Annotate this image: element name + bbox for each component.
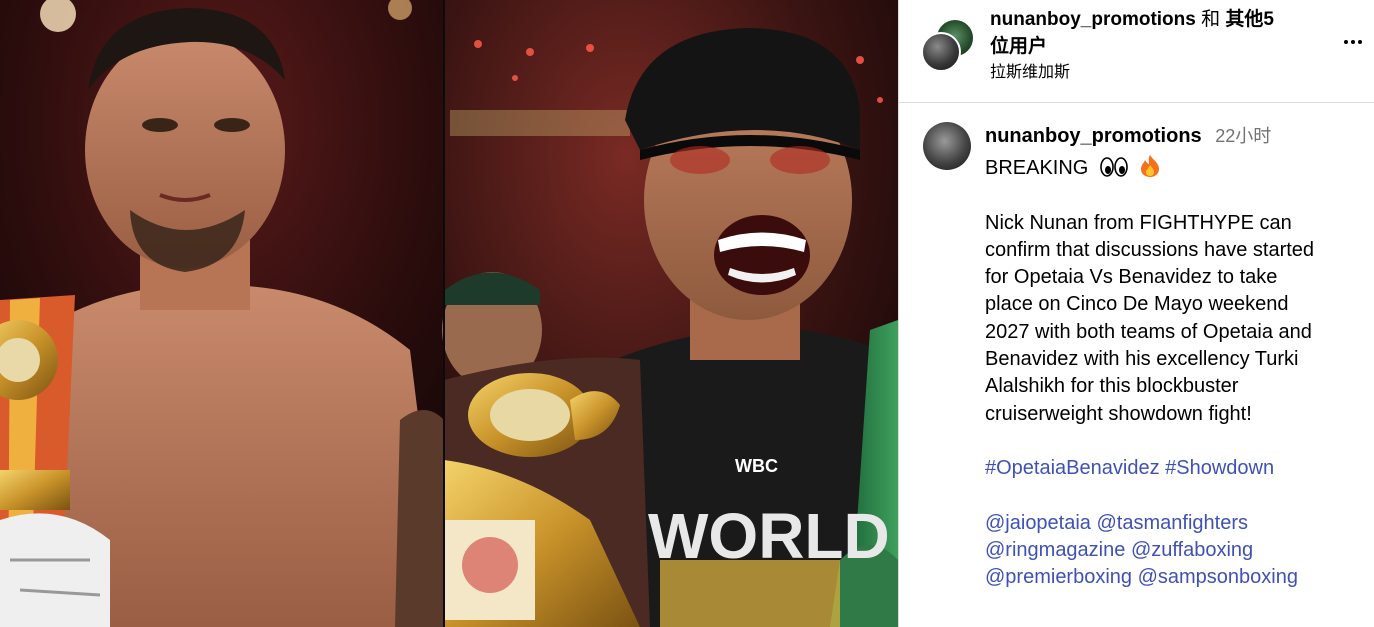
owner-username[interactable]: nunanboy_promotions: [990, 9, 1196, 30]
others-link[interactable]: 其他5: [1225, 9, 1274, 30]
eyes-emoji-icon: [1100, 157, 1128, 177]
more-horizontal-icon: [1351, 40, 1355, 44]
caption-body: nunanboy_promotions 22小时 BREAKING Nick N…: [985, 118, 1365, 592]
more-options-button[interactable]: [1339, 30, 1367, 54]
mention-link[interactable]: @ringmagazine: [985, 539, 1125, 561]
hashtag-line: #OpetaiaBenavidez #Showdown: [985, 455, 1365, 482]
more-horizontal-icon: [1358, 40, 1362, 44]
caption-headline: BREAKING: [985, 157, 1089, 179]
mention-link[interactable]: @zuffaboxing: [1131, 539, 1253, 561]
caption-body-line: cruiserweight showdown fight!: [985, 402, 1252, 425]
caption-body-line: confirm that discussions have started: [985, 238, 1315, 261]
caption-text: BREAKING Nick Nunan from FIGHTHYPE can c…: [985, 154, 1365, 592]
caption-body-line: Benavidez with his excellency Turki: [985, 348, 1299, 371]
owner-line: nunanboy_promotions 和 其他5 位用户: [990, 6, 1330, 60]
caption-body-line: place on Cinco De Mayo weekend: [985, 293, 1289, 316]
hashtag-link[interactable]: #OpetaiaBenavidez: [985, 457, 1160, 479]
header-text: nunanboy_promotions 和 其他5 位用户 拉斯维加斯: [990, 6, 1330, 84]
post-header: nunanboy_promotions 和 其他5 位用户 拉斯维加斯: [899, 0, 1374, 103]
caption-body-line: Alalshikh for this blockbuster: [985, 375, 1239, 398]
post-side-panel: nunanboy_promotions 和 其他5 位用户 拉斯维加斯 nuna…: [898, 0, 1374, 627]
caption-header: nunanboy_promotions 22小时: [985, 118, 1365, 154]
mention-line: @jaiopetaia @tasmanfighters: [985, 510, 1365, 537]
mention-link[interactable]: @jaiopetaia: [985, 512, 1091, 534]
collaborator-avatars[interactable]: [921, 18, 975, 72]
belt-wbc-text: WBC: [735, 456, 778, 476]
caption-headline-line: BREAKING: [985, 154, 1365, 182]
caption-body-line: 2027 with both teams of Opetaia and: [985, 320, 1312, 343]
hashtag-link[interactable]: #Showdown: [1165, 457, 1274, 479]
caption-avatar[interactable]: [923, 122, 971, 170]
caption-body-line: Nick Nunan from FIGHTHYPE can: [985, 211, 1292, 234]
mention-link[interactable]: @tasmanfighters: [1097, 512, 1248, 534]
location-link[interactable]: 拉斯维加斯: [990, 62, 1330, 84]
shirt-world-text: WORLD: [648, 500, 890, 572]
post-photo-composite: WBC WORLD: [0, 0, 898, 627]
caption-username[interactable]: nunanboy_promotions: [985, 125, 1202, 147]
mention-line: @ringmagazine @zuffaboxing: [985, 537, 1365, 564]
owner-avatar[interactable]: [921, 32, 961, 72]
fire-emoji-icon: [1141, 155, 1160, 177]
others-link-line2[interactable]: 位用户: [990, 36, 1047, 57]
caption-body-line: for Opetaia Vs Benavidez to take: [985, 266, 1278, 289]
more-horizontal-icon: [1344, 40, 1348, 44]
mention-link[interactable]: @premierboxing: [985, 566, 1132, 588]
joiner-text: 和: [1201, 9, 1221, 30]
mention-line: @premierboxing @sampsonboxing: [985, 564, 1365, 591]
caption-timestamp[interactable]: 22小时: [1215, 126, 1271, 146]
mention-link[interactable]: @sampsonboxing: [1138, 566, 1298, 588]
post-image[interactable]: WBC WORLD: [0, 0, 898, 627]
